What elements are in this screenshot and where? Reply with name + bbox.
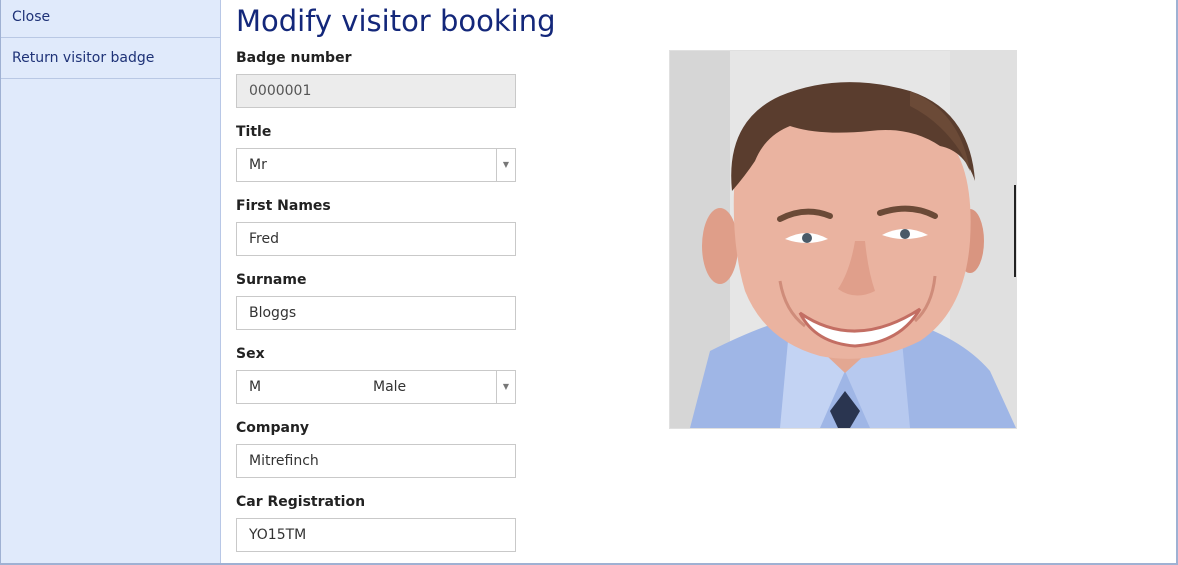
company-field[interactable]	[236, 444, 516, 478]
car-registration-field[interactable]	[236, 518, 516, 552]
visitor-photo-image	[670, 51, 1016, 428]
sex-select-code: M	[249, 379, 262, 395]
photo-edge-divider	[1014, 185, 1016, 277]
sex-label: Sex	[236, 346, 265, 362]
badge-number-label: Badge number	[236, 50, 352, 66]
company-label: Company	[236, 420, 310, 436]
page-title: Modify visitor booking	[236, 4, 556, 38]
title-select-value: Mr	[249, 157, 267, 173]
sex-select[interactable]: M Male ▼	[236, 370, 516, 404]
first-names-field[interactable]	[236, 222, 516, 256]
surname-label: Surname	[236, 272, 307, 288]
title-select[interactable]: Mr ▼	[236, 148, 516, 182]
sidebar: Close Return visitor badge	[1, 0, 221, 563]
title-label: Title	[236, 124, 272, 140]
sidebar-item-return-visitor-badge[interactable]: Return visitor badge	[1, 38, 220, 79]
chevron-down-icon[interactable]: ▼	[496, 371, 515, 403]
badge-number-field[interactable]	[236, 74, 516, 108]
visitor-photo	[669, 50, 1017, 429]
first-names-label: First Names	[236, 198, 331, 214]
surname-field[interactable]	[236, 296, 516, 330]
chevron-down-icon[interactable]: ▼	[496, 149, 515, 181]
sex-select-value: Male	[373, 379, 407, 395]
sidebar-item-close[interactable]: Close	[1, 0, 220, 38]
car-registration-label: Car Registration	[236, 494, 366, 510]
